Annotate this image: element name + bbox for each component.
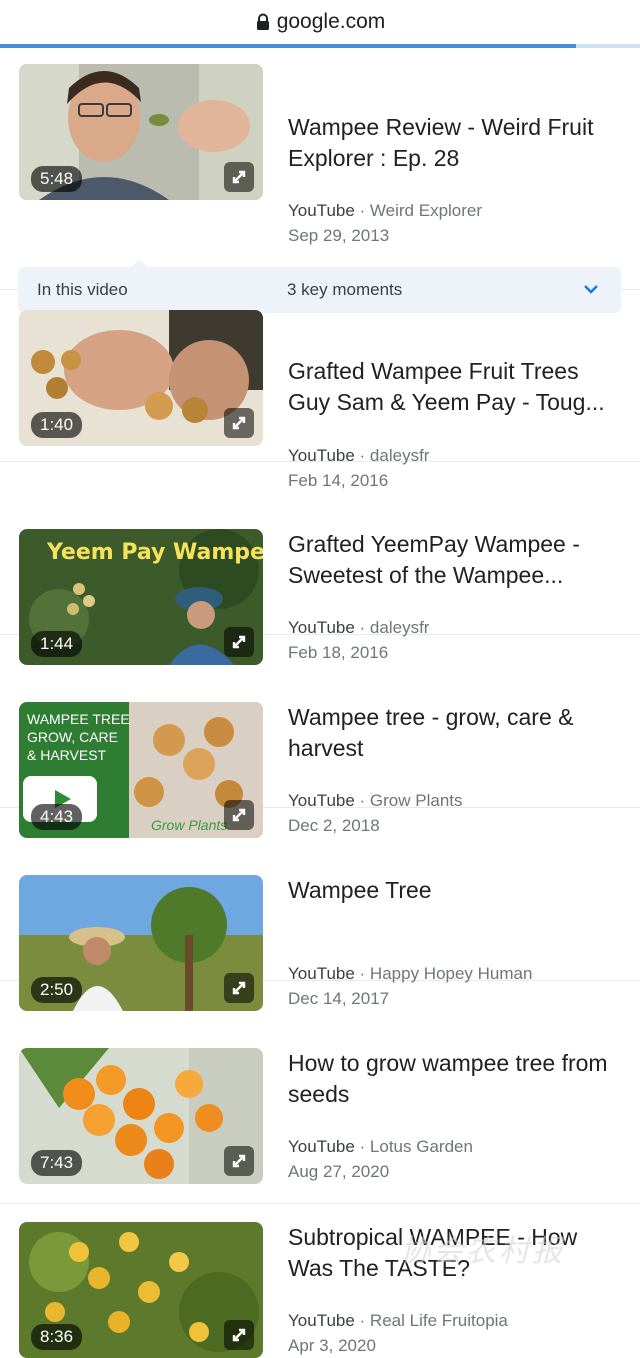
video-title[interactable]: Grafted YeemPay Wampee - Sweetest of the… [288,529,623,591]
video-channel: Weird Explorer [369,201,483,220]
video-meta: YouTube · Weird Explorer Sep 29, 2013 [288,201,483,245]
lock-icon [255,13,271,31]
expand-icon[interactable] [224,162,254,192]
video-channel: Lotus Garden [369,1137,473,1156]
duration-badge: 7:43 [31,1150,83,1176]
video-thumbnail[interactable]: 1:40 [19,310,263,446]
domain-text: google.com [276,10,386,33]
video-result[interactable]: 1:40 Grafted Wampee Fruit Trees Guy Sam … [0,290,640,490]
video-result[interactable]: Yeem Pay Wampee 1:44 Grafted YeemPay Wam… [0,462,640,665]
thumbnail-line-2: GROW, CARE [27,729,118,745]
duration-badge: 8:36 [31,1324,83,1350]
expand-icon[interactable] [224,1146,254,1176]
video-source: YouTube [288,1137,355,1156]
video-title[interactable]: Wampee tree - grow, care & harvest [288,702,623,764]
video-date: Sep 29, 2013 [288,226,390,245]
video-result[interactable]: 7:43 How to grow wampee tree from seeds … [0,981,640,1204]
address-bar[interactable]: google.com [0,0,640,44]
video-thumbnail[interactable]: 7:43 [19,1048,263,1184]
video-result[interactable]: 5:48 Wampee Review - Weird Fruit Explore… [0,48,640,313]
expand-icon[interactable] [224,1320,254,1350]
video-channel: Real Life Fruitopia [369,1311,508,1330]
video-result[interactable]: WAMPEE TREE GROW, CARE & HARVEST Grow Pl… [0,635,640,838]
thumbnail-text: Yeem Pay Wampee [46,540,263,565]
video-source: YouTube [288,1311,355,1330]
video-title[interactable]: How to grow wampee tree from seeds [288,1048,623,1110]
expand-icon[interactable] [224,408,254,438]
thumbnail-line-1: WAMPEE TREE [27,711,130,727]
duration-badge: 1:40 [31,412,83,438]
video-title[interactable]: Wampee Review - Weird Fruit Explorer : E… [288,112,623,174]
thumbnail-line-3: & HARVEST [27,747,107,763]
video-date: Apr 3, 2020 [288,1336,376,1355]
video-meta: YouTube · Lotus Garden Aug 27, 2020 [288,1137,473,1181]
video-result[interactable]: 2:50 Wampee Tree YouTube · Happy Hopey H… [0,808,640,1011]
duration-badge: 5:48 [31,166,83,192]
video-thumbnail[interactable]: 8:36 [19,1222,263,1358]
video-title[interactable]: Grafted Wampee Fruit Trees Guy Sam & Yee… [288,356,623,418]
video-date: Aug 27, 2020 [288,1162,390,1181]
video-thumbnail[interactable]: 5:48 [19,64,263,200]
video-meta: YouTube · Real Life Fruitopia Apr 3, 202… [288,1311,508,1355]
watermark: 协会农村报 [400,1234,565,1269]
video-source: YouTube [288,201,355,220]
video-title[interactable]: Wampee Tree [288,875,623,906]
